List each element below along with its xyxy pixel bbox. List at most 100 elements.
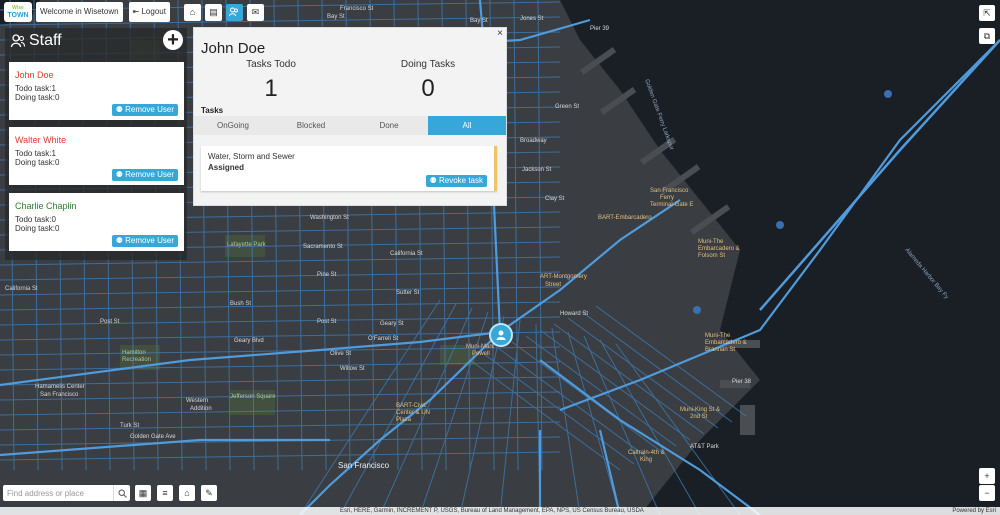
- zoom-in-button[interactable]: +: [979, 468, 995, 484]
- map-label: Geary St: [380, 321, 404, 327]
- map-label: Broadway: [520, 138, 547, 144]
- pencil-icon: ✎: [205, 487, 213, 498]
- map-label: Western: [186, 398, 208, 404]
- todo-count: Todo task:1: [15, 84, 56, 93]
- map-label: Embarcadero &: [698, 246, 740, 252]
- map-label: Jefferson Square: [230, 394, 276, 400]
- todo-count: Todo task:0: [15, 215, 56, 224]
- map-label: Recreation: [122, 357, 151, 363]
- tab-ongoing[interactable]: OnGoing: [194, 116, 272, 135]
- staff-icon: [11, 34, 25, 48]
- draw-button[interactable]: ✎: [201, 485, 217, 501]
- document-icon: ▤: [209, 6, 218, 17]
- map-label: ART-Montgomery: [540, 274, 587, 280]
- logout-icon: ⇤: [132, 7, 140, 16]
- map-label: California St: [390, 251, 423, 257]
- staff-name[interactable]: Walter White: [15, 135, 66, 145]
- map-label: Pine St: [317, 272, 337, 278]
- map-label: Caltrain-4th &: [628, 450, 665, 456]
- map-label: Post St: [317, 319, 337, 325]
- map-label: California St: [5, 286, 38, 292]
- staff-icon: [229, 7, 239, 17]
- map-label: Lafayette Park: [227, 242, 267, 248]
- tab-all[interactable]: All: [428, 116, 506, 135]
- task-card[interactable]: Water, Storm and Sewer Assigned ⚉ Revoke…: [201, 146, 497, 191]
- map-label: Brannan St: [705, 347, 735, 353]
- person-icon: [496, 330, 506, 340]
- staff-header: Staff: [5, 28, 187, 54]
- map-label: Muni-King St &: [680, 407, 720, 413]
- tag-button[interactable]: ⌂: [179, 485, 195, 501]
- staff-name[interactable]: Charlie Chaplin: [15, 201, 77, 211]
- map-label: Hamilton: [122, 350, 146, 356]
- plus-icon: +: [984, 471, 990, 481]
- tab-blocked[interactable]: Blocked: [272, 116, 350, 135]
- wisetown-logo: Wise TOWN: [4, 2, 32, 22]
- logout-button[interactable]: ⇤ Logout: [128, 2, 170, 22]
- expand-icon: ⇱: [983, 7, 991, 18]
- map-label: Bay St: [470, 18, 488, 24]
- remove-user-button[interactable]: ⚉ Remove User: [111, 104, 178, 116]
- remove-user-button[interactable]: ⚉ Remove User: [111, 235, 178, 247]
- minus-icon: −: [984, 488, 990, 498]
- map-label: Plaza: [396, 417, 412, 423]
- map-label: Clay St: [545, 196, 565, 202]
- basemap-gallery-button[interactable]: ▦: [135, 485, 151, 501]
- map-label: Ferry: [660, 195, 674, 201]
- layer-list-button[interactable]: ≡: [157, 485, 173, 501]
- doing-tasks-value: 0: [421, 75, 435, 102]
- map-label: Addition: [190, 406, 212, 412]
- tab-done[interactable]: Done: [350, 116, 428, 135]
- add-user-button[interactable]: +: [163, 30, 183, 50]
- mail-nav-button[interactable]: ✉: [246, 3, 264, 21]
- layers-button[interactable]: ⧉: [979, 28, 995, 44]
- grid-icon: ▦: [138, 487, 148, 498]
- user-detail-panel: × John Doe Tasks Todo 1 Doing Tasks 0 Ta…: [193, 27, 507, 206]
- map-label: King: [640, 457, 652, 463]
- map-label: Hamamelis Center: [35, 384, 85, 390]
- user-location-marker[interactable]: [489, 323, 513, 347]
- powered-by[interactable]: Powered by Esri: [952, 507, 996, 515]
- staff-card[interactable]: John Doe Todo task:1 Doing task:0 ⚉ Remo…: [9, 62, 184, 120]
- close-icon[interactable]: ×: [497, 28, 503, 39]
- staff-card[interactable]: Walter White Todo task:1 Doing task:0 ⚉ …: [9, 127, 184, 185]
- address-search[interactable]: Find address or place: [3, 485, 130, 501]
- map-label: Bush St: [230, 301, 251, 307]
- list-icon: ≡: [162, 488, 168, 498]
- map-label: Post St: [100, 319, 120, 325]
- top-bar: Wise TOWN Welcome in Wisetown ⇤ Logout ⌂…: [0, 0, 264, 24]
- doing-tasks-label: Doing Tasks: [400, 59, 456, 70]
- map-label: San Francisco: [650, 188, 689, 194]
- documents-nav-button[interactable]: ▤: [204, 3, 222, 21]
- map-label: BART-Civic: [396, 403, 427, 409]
- map-label: Powell: [472, 351, 490, 357]
- staff-card[interactable]: Charlie Chaplin Todo task:0 Doing task:0…: [9, 193, 184, 251]
- search-input[interactable]: Find address or place: [7, 489, 84, 498]
- map-label: O'Farrell St: [368, 336, 398, 342]
- home-icon: ⌂: [189, 7, 196, 17]
- revoke-task-button[interactable]: ⚉ Revoke task: [425, 175, 487, 187]
- map-label: Howard St: [560, 311, 588, 317]
- tag-icon: ⌂: [184, 488, 190, 498]
- doing-count: Doing task:0: [15, 158, 60, 167]
- remove-user-icon: ⚉: [115, 105, 126, 114]
- staff-panel: Staff + John Doe Todo task:1 Doing task:…: [5, 28, 187, 260]
- expand-button[interactable]: ⇱: [979, 5, 995, 21]
- staff-nav-button[interactable]: [225, 3, 243, 21]
- map-label: Turk St: [120, 423, 139, 429]
- home-nav-button[interactable]: ⌂: [183, 3, 201, 21]
- map-label: Pier 39: [590, 26, 610, 32]
- map-label: Washington St: [310, 215, 349, 221]
- map-attribution: Esri, HERE, Garmin, INCREMENT P, USGS, B…: [0, 507, 1000, 515]
- zoom-out-button[interactable]: −: [979, 485, 995, 501]
- tasks-todo-label: Tasks Todo: [246, 59, 296, 70]
- map-label: Willow St: [340, 366, 365, 372]
- task-status: Assigned: [208, 163, 245, 172]
- map-label: Olive St: [330, 351, 351, 357]
- remove-user-button[interactable]: ⚉ Remove User: [111, 169, 178, 181]
- map-label: Green St: [555, 104, 579, 110]
- user-name-heading: John Doe: [201, 40, 266, 57]
- staff-name[interactable]: John Doe: [15, 70, 54, 80]
- search-icon[interactable]: [113, 485, 130, 501]
- logout-label: Logout: [141, 7, 166, 16]
